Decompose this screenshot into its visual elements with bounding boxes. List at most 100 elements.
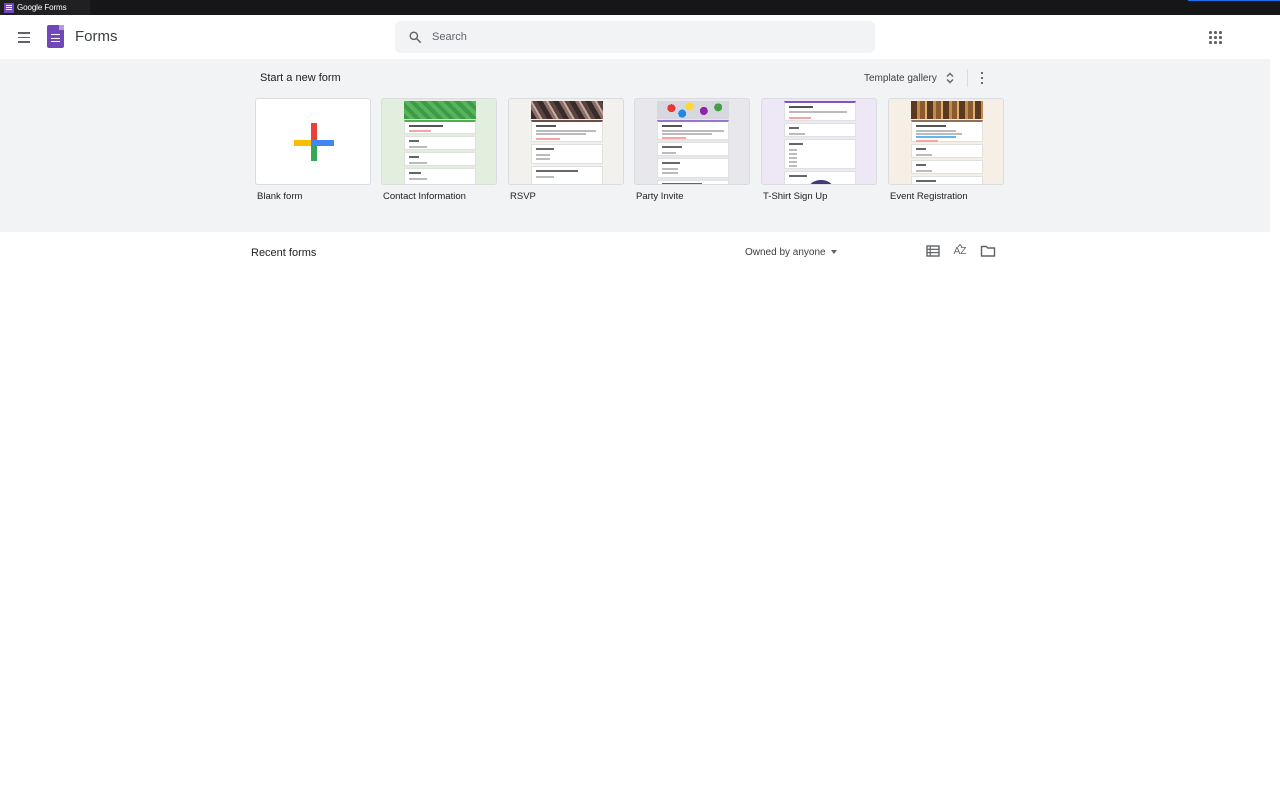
preview-line bbox=[409, 156, 419, 158]
preview-line bbox=[789, 117, 811, 119]
preview-line bbox=[662, 168, 678, 170]
preview-line bbox=[789, 157, 797, 159]
template-thumbnail bbox=[634, 98, 750, 185]
folder-icon bbox=[980, 245, 996, 257]
titlebar-accent bbox=[1188, 0, 1280, 15]
preview-line bbox=[662, 162, 680, 164]
preview-line bbox=[916, 180, 936, 182]
logo-line bbox=[51, 37, 60, 39]
main-menu-button[interactable] bbox=[14, 27, 34, 47]
preview-card bbox=[531, 166, 603, 184]
template-thumbnail bbox=[255, 98, 371, 185]
preview-line bbox=[789, 165, 797, 167]
preview-line bbox=[789, 143, 803, 145]
preview-line bbox=[536, 125, 556, 127]
window-tab[interactable]: Google Forms bbox=[0, 0, 90, 15]
preview-line bbox=[409, 146, 427, 148]
template-label: Party Invite bbox=[636, 191, 684, 202]
start-new-form-heading: Start a new form bbox=[260, 72, 341, 84]
template-thumbnail bbox=[381, 98, 497, 185]
list-view-button[interactable] bbox=[924, 242, 942, 260]
template-thumbnail bbox=[888, 98, 1004, 185]
template-gallery-button[interactable]: Template gallery bbox=[858, 67, 961, 89]
preview-line bbox=[916, 125, 946, 127]
preview-line bbox=[409, 140, 419, 142]
list-view-icon bbox=[926, 245, 940, 257]
preview-line bbox=[409, 162, 427, 164]
template-preview bbox=[655, 99, 731, 184]
owner-filter-dropdown[interactable]: Owned by anyone bbox=[740, 242, 842, 262]
preview-card bbox=[404, 168, 476, 184]
toolbar-divider bbox=[967, 69, 968, 87]
plus-icon-center bbox=[311, 140, 317, 146]
preview-line bbox=[789, 111, 847, 113]
preview-card bbox=[657, 180, 729, 184]
preview-line bbox=[536, 170, 578, 172]
preview-line bbox=[662, 183, 702, 184]
template-blank-form[interactable]: Blank form bbox=[255, 98, 371, 206]
preview-line bbox=[916, 164, 926, 166]
preview-line bbox=[536, 130, 596, 132]
preview-line bbox=[916, 140, 938, 142]
preview-banner bbox=[531, 101, 603, 119]
preview-line bbox=[662, 130, 724, 132]
template-label: RSVP bbox=[510, 191, 536, 202]
template-preview bbox=[782, 99, 858, 184]
search-icon[interactable] bbox=[408, 30, 422, 44]
preview-line bbox=[536, 154, 550, 156]
template-preview bbox=[909, 99, 985, 184]
preview-card bbox=[784, 123, 856, 137]
template-label: Blank form bbox=[257, 191, 303, 202]
template-event-registration[interactable]: Event Registration bbox=[888, 98, 1004, 206]
preview-card bbox=[784, 101, 856, 121]
template-tshirt-sign-up[interactable]: T-Shirt Sign Up bbox=[761, 98, 877, 206]
preview-banner bbox=[657, 101, 729, 119]
preview-line bbox=[536, 176, 554, 178]
search-bar[interactable] bbox=[395, 21, 875, 53]
template-gallery-label: Template gallery bbox=[864, 72, 937, 84]
template-party-invite[interactable]: Party Invite bbox=[634, 98, 750, 206]
template-label: Contact Information bbox=[383, 191, 466, 202]
google-apps-button[interactable] bbox=[1206, 28, 1224, 46]
preview-line bbox=[662, 172, 678, 174]
template-section: Start a new form Template gallery Blank … bbox=[0, 59, 1270, 232]
preview-card bbox=[911, 144, 983, 158]
logo-line bbox=[51, 34, 60, 36]
preview-line bbox=[662, 152, 676, 154]
app-header: Forms bbox=[0, 15, 1280, 59]
preview-line bbox=[916, 148, 926, 150]
preview-line bbox=[409, 178, 427, 180]
preview-card bbox=[404, 120, 476, 134]
sort-button[interactable]: AZ bbox=[951, 242, 969, 260]
preview-line bbox=[409, 130, 431, 132]
preview-card bbox=[404, 152, 476, 166]
preview-card bbox=[911, 160, 983, 174]
preview-line bbox=[916, 133, 962, 135]
logo-fold bbox=[59, 25, 64, 30]
logo-line bbox=[51, 41, 60, 43]
preview-line bbox=[409, 172, 421, 174]
recent-forms-heading: Recent forms bbox=[251, 247, 317, 259]
forms-logo[interactable] bbox=[47, 25, 64, 48]
app-name[interactable]: Forms bbox=[75, 28, 118, 45]
window-title: Google Forms bbox=[17, 3, 67, 12]
template-preview bbox=[402, 99, 478, 184]
preview-card bbox=[657, 158, 729, 178]
preview-line bbox=[536, 133, 586, 135]
preview-line bbox=[789, 106, 813, 108]
preview-shirt-image bbox=[809, 180, 833, 184]
open-file-picker-button[interactable] bbox=[979, 242, 997, 260]
preview-card bbox=[784, 139, 856, 169]
preview-line bbox=[916, 130, 956, 132]
unfold-icon bbox=[946, 72, 954, 84]
template-label: T-Shirt Sign Up bbox=[763, 191, 828, 202]
template-contact-information[interactable]: Contact Information bbox=[381, 98, 497, 206]
more-options-button[interactable] bbox=[976, 70, 988, 86]
search-input[interactable] bbox=[432, 21, 862, 53]
preview-line bbox=[916, 170, 932, 172]
template-thumbnail bbox=[761, 98, 877, 185]
template-rsvp[interactable]: RSVP bbox=[508, 98, 624, 206]
preview-line bbox=[789, 153, 797, 155]
preview-card bbox=[657, 142, 729, 156]
owner-filter-label: Owned by anyone bbox=[745, 246, 826, 258]
